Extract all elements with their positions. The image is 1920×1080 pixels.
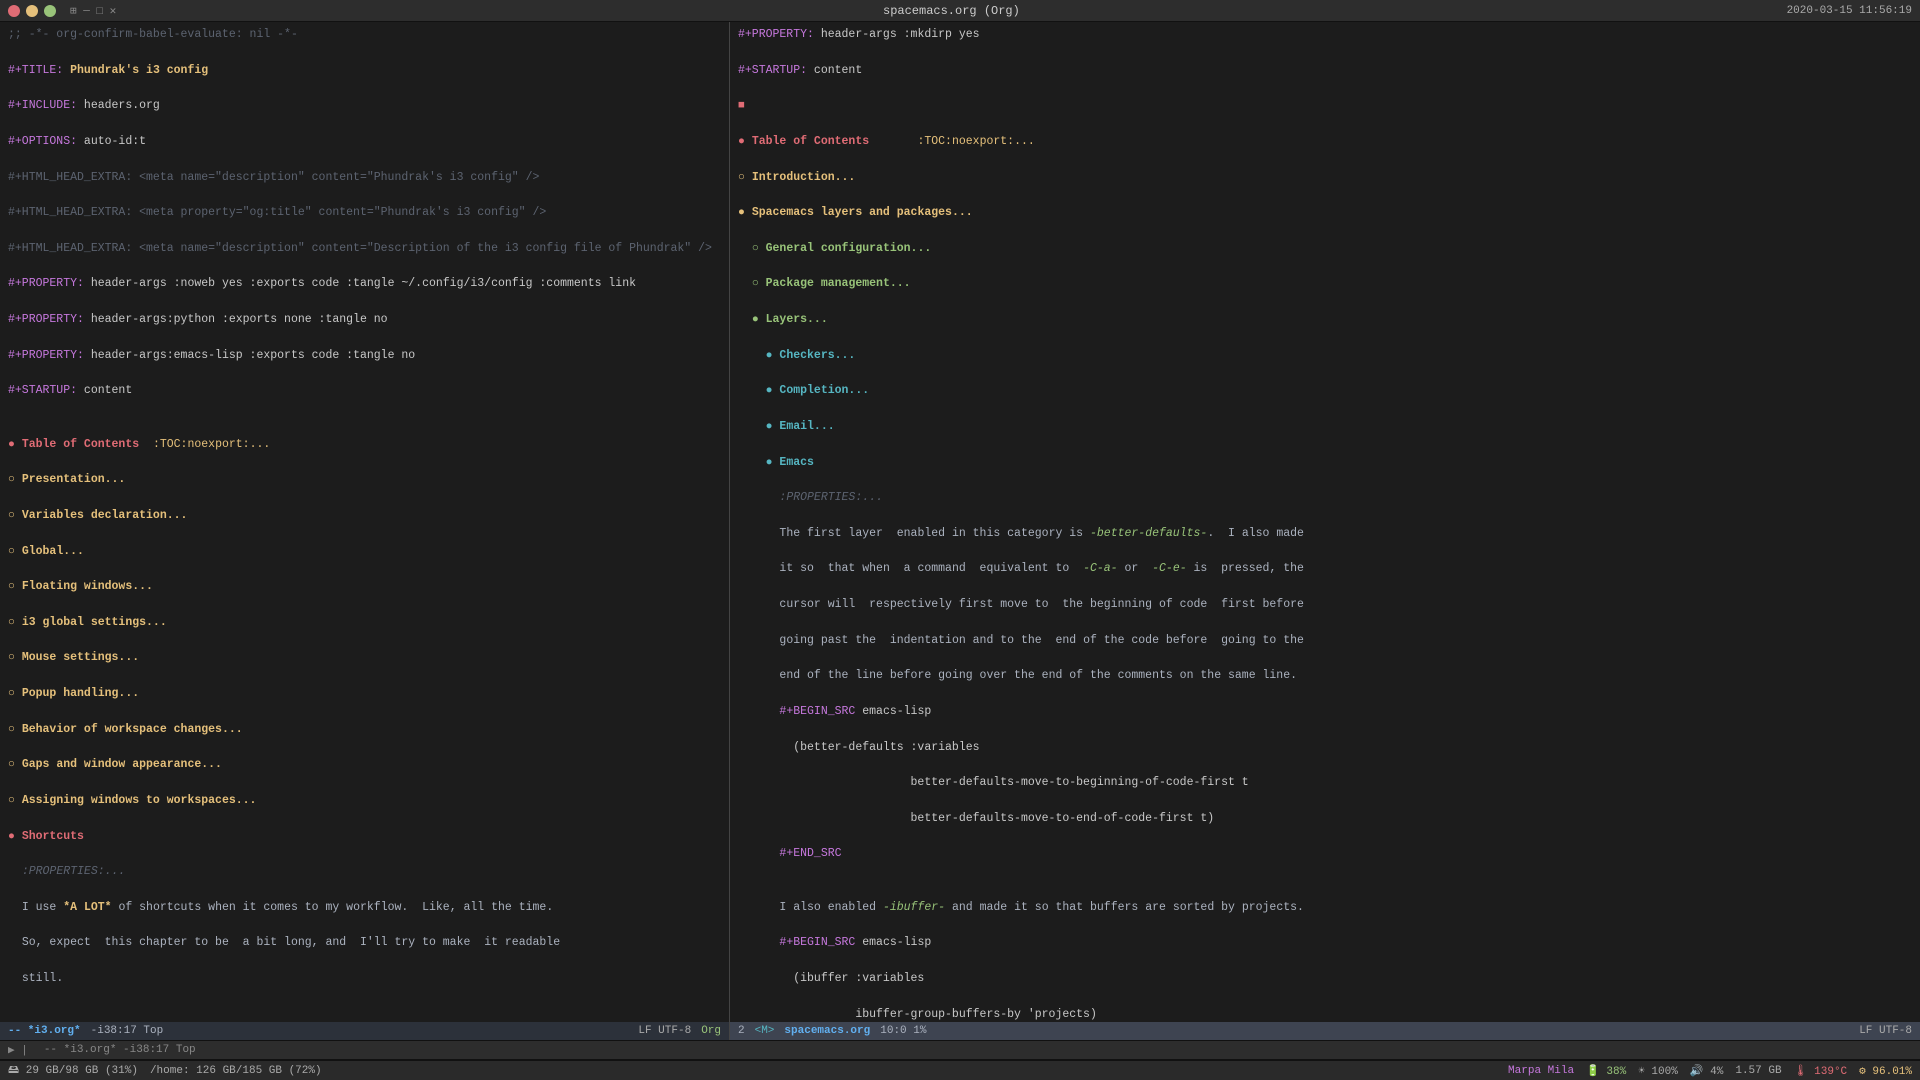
left-code-block: ;; -*- org-confirm-babel-evaluate: nil -… <box>8 26 721 1022</box>
emacs-minibuffer: ▶ | -- *i3.org* -i38:17 Top <box>0 1040 1920 1060</box>
right-pane: #+PROPERTY: header-args :mkdirp yes #+ST… <box>730 22 1920 1040</box>
modeline-encoding-right: LF UTF-8 <box>1859 1025 1912 1037</box>
status-cpu: ⚙ 96.01% <box>1859 1064 1912 1078</box>
status-battery: 🔋 38% <box>1586 1064 1626 1078</box>
main-container: ;; -*- org-confirm-babel-evaluate: nil -… <box>0 22 1920 1040</box>
minibuffer-text: -- *i3.org* -i38:17 Top <box>44 1044 196 1056</box>
system-statusbar: 🖴 29 GB/98 GB (31%) /home: 126 GB/185 GB… <box>0 1060 1920 1080</box>
modeline-position-right: 10:0 1% <box>880 1025 926 1037</box>
status-brightness: ☀ 100% <box>1638 1064 1678 1078</box>
left-modeline: -- *i3.org* -i38:17 Top LF UTF-8 Org <box>0 1022 729 1040</box>
right-pane-content[interactable]: #+PROPERTY: header-args :mkdirp yes #+ST… <box>730 22 1920 1022</box>
minibuffer-arrows[interactable]: ▶ | <box>8 1043 28 1057</box>
right-code-block: #+PROPERTY: header-args :mkdirp yes #+ST… <box>738 26 1912 1022</box>
status-storage: 1.57 GB <box>1735 1065 1781 1077</box>
left-pane: ;; -*- org-confirm-babel-evaluate: nil -… <box>0 22 730 1040</box>
minimize-btn[interactable] <box>26 5 38 17</box>
status-volume: 🔊 4% <box>1690 1064 1724 1078</box>
modeline-branch: <M> <box>755 1025 775 1037</box>
right-modeline: 2 <M> spacemacs.org 10:0 1% LF UTF-8 <box>730 1022 1920 1040</box>
window-controls: ⊞ ─ □ ✕ <box>70 4 116 18</box>
status-disk2: /home: 126 GB/185 GB (72%) <box>150 1065 322 1077</box>
modeline-encoding: LF UTF-8 <box>638 1025 691 1037</box>
modeline-position: -i38:17 Top <box>91 1025 164 1037</box>
modeline-indicator: 2 <box>738 1025 745 1037</box>
modeline-buffer: -- *i3.org* <box>8 1025 81 1037</box>
titlebar: ⊞ ─ □ ✕ spacemacs.org (Org) 2020-03-15 1… <box>0 0 1920 22</box>
maximize-btn[interactable] <box>44 5 56 17</box>
titlebar-title: spacemacs.org (Org) <box>883 4 1020 18</box>
status-user: Marpa Mila <box>1508 1065 1574 1077</box>
titlebar-time: 2020-03-15 11:56:19 <box>1787 5 1912 17</box>
close-btn[interactable] <box>8 5 20 17</box>
modeline-buffer-right: spacemacs.org <box>784 1025 870 1037</box>
left-pane-content[interactable]: ;; -*- org-confirm-babel-evaluate: nil -… <box>0 22 729 1022</box>
status-temp: 🌡 139°C <box>1794 1064 1848 1078</box>
status-disk1: 🖴 29 GB/98 GB (31%) <box>8 1061 138 1080</box>
titlebar-left: ⊞ ─ □ ✕ <box>8 4 116 18</box>
modeline-mode: Org <box>701 1025 721 1037</box>
